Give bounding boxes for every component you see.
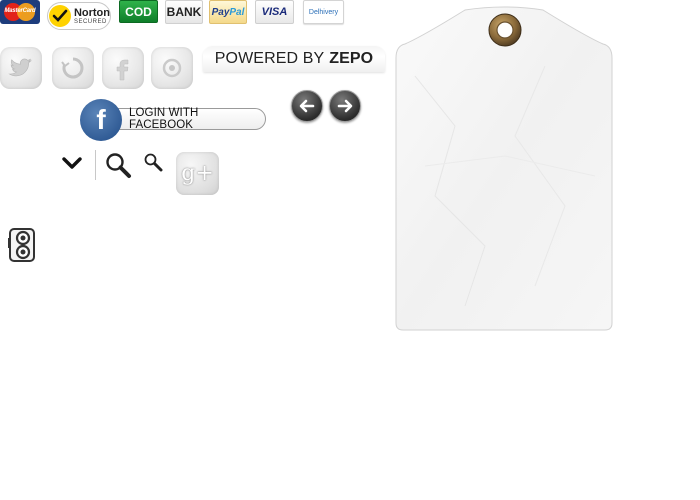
cod-badge: COD <box>119 0 158 23</box>
delhivery-badge: Delhivery <box>303 0 344 24</box>
mastercard-logo-icon: MasterCard <box>3 3 37 21</box>
arrow-right-icon <box>337 99 353 113</box>
refresh-icon <box>61 57 84 79</box>
pinterest-icon <box>162 58 182 78</box>
previous-button[interactable] <box>291 90 323 122</box>
twitter-share-button[interactable] <box>0 47 42 89</box>
next-button[interactable] <box>329 90 361 122</box>
tag-shape <box>395 6 613 331</box>
chevron-down-icon[interactable] <box>62 156 82 170</box>
powered-by-prefix: POWERED BY <box>214 50 325 67</box>
arrow-left-icon <box>299 99 315 113</box>
bank-badge: BANK <box>165 0 203 24</box>
google-plus-icon: g+ <box>181 161 214 186</box>
powered-by-zepo[interactable]: POWERED BY ZEPO <box>203 46 385 72</box>
norton-secured-badge: Norton SECURED <box>47 2 111 30</box>
checkmark-icon <box>49 5 71 27</box>
facebook-login-label: LOGIN WITH FACEBOOK <box>108 107 266 131</box>
camera-icon[interactable] <box>7 226 37 264</box>
pinterest-share-button[interactable] <box>151 47 193 89</box>
visa-badge: VISA <box>255 0 294 24</box>
facebook-share-button[interactable] <box>102 47 144 89</box>
refresh-button[interactable] <box>52 47 94 89</box>
twitter-icon <box>8 58 32 77</box>
zepo-brand: ZEPO <box>329 50 374 67</box>
search-icon[interactable] <box>104 151 132 179</box>
paper-tag-panel <box>395 6 613 331</box>
facebook-icon <box>116 59 129 81</box>
google-plus-button[interactable]: g+ <box>176 152 219 195</box>
facebook-login-button[interactable]: LOGIN WITH FACEBOOK f <box>80 99 270 141</box>
facebook-logo-icon: f <box>80 99 122 141</box>
zoom-icon[interactable] <box>143 152 163 172</box>
divider <box>95 150 96 180</box>
mastercard-badge: MasterCard <box>0 0 40 24</box>
norton-title: Norton <box>73 6 110 19</box>
norton-subtitle: SECURED <box>73 18 107 25</box>
paypal-badge: Pay Pal <box>209 0 247 24</box>
